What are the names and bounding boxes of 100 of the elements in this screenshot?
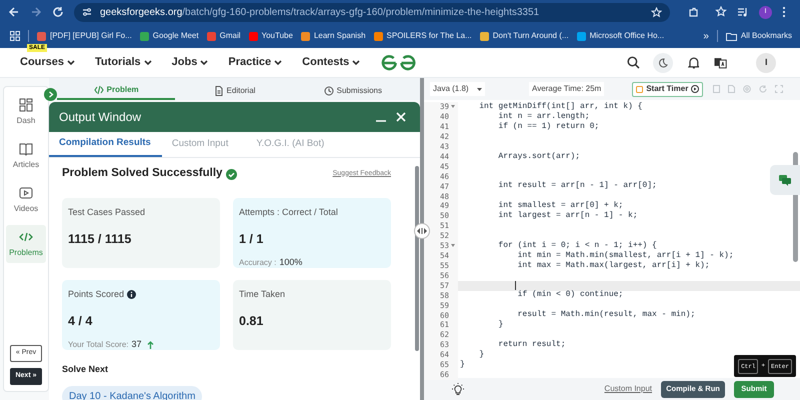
site-info-icon: [82, 7, 92, 17]
card-label: Test Cases Passed: [68, 206, 146, 219]
note-label: Accuracy :: [239, 257, 276, 269]
bookmark-link[interactable]: Gmail: [206, 30, 240, 42]
sidebar-item[interactable]: Dash: [6, 93, 46, 131]
translate-icon[interactable]: [714, 56, 728, 68]
lightbulb-icon[interactable]: [452, 383, 464, 395]
moon-icon: [658, 58, 668, 68]
theme-toggle[interactable]: [653, 52, 673, 72]
bookmark-link[interactable]: Google Meet: [140, 30, 199, 42]
problem-tab[interactable]: Problem: [57, 82, 176, 100]
code-line: if (min < 0) continue;: [516, 291, 624, 300]
videos-icon: [19, 186, 33, 200]
code-line: }: [497, 321, 504, 330]
card-value: 1 / 1: [239, 230, 264, 248]
apps-grid-icon[interactable]: [10, 31, 20, 41]
average-time: Average Time: 25m: [529, 82, 604, 96]
note-label: Your Total Score:: [68, 339, 128, 351]
fold-caret-icon[interactable]: [451, 244, 456, 248]
chevron-down-icon: [352, 60, 360, 66]
back-icon[interactable]: [8, 6, 20, 18]
geeksforgeeks-logo-icon[interactable]: [380, 54, 418, 72]
start-timer-button[interactable]: Start Timer: [632, 82, 704, 96]
code-line: int result = arr[n - 1] - arr[0];: [497, 182, 657, 190]
chevron-down-icon: [200, 60, 208, 66]
code-line: for (int i = 0; i < n - 1; i++) {: [497, 242, 657, 250]
card-value: 1115 / 1115: [68, 230, 132, 248]
code-line: Arrays.sort(arr);: [497, 152, 580, 161]
card-label: Time Taken: [239, 288, 286, 301]
problem-tab[interactable]: Submissions: [294, 82, 412, 100]
address-bar[interactable]: geeksforgeeks.org/batch/gfg-160-problems/track/arrays-gfg-160/problem/minimize-the-heights3351: [74, 2, 670, 22]
scrollbar[interactable]: [415, 166, 419, 351]
sidebar-item[interactable]: Videos: [6, 181, 46, 219]
bookmark-star-icon[interactable]: [715, 6, 727, 18]
chevron-right-icon: [48, 91, 54, 98]
bookmark-link[interactable]: YouTube: [248, 30, 293, 42]
more-menu-icon[interactable]: [782, 6, 786, 18]
note-value: 100%: [279, 256, 302, 270]
language-dropdown[interactable]: Java (1.8): [430, 82, 485, 96]
chat-button[interactable]: [770, 165, 800, 195]
code-line: }: [460, 360, 465, 369]
nav-menu[interactable]: Jobs: [172, 54, 208, 71]
close-icon[interactable]: [396, 112, 406, 122]
nav-menu[interactable]: Tutorials: [95, 54, 152, 71]
card-label: Points Scored: [68, 288, 124, 301]
forward-icon[interactable]: [30, 6, 42, 18]
status-text: Problem Solved Successfully: [62, 166, 222, 182]
star-icon[interactable]: [651, 6, 662, 18]
code-line: if (n == 1) return 0;: [497, 122, 600, 131]
reload-icon[interactable]: [52, 6, 64, 18]
bookmark-link[interactable]: Don't Turn Around (...: [480, 30, 569, 42]
articles-icon: [19, 142, 33, 156]
nav-menu[interactable]: Contests: [302, 54, 360, 71]
sidebar-item[interactable]: Problems: [6, 225, 46, 263]
chat-icon: [779, 174, 791, 186]
bookmark-link[interactable]: Microsoft Office Ho...: [576, 30, 664, 42]
resize-arrows-icon: [417, 228, 427, 234]
chevron-down-icon: [274, 60, 282, 66]
nav-menu[interactable]: Courses: [20, 54, 76, 71]
code-line: int largest = arr[n - 1] - k;: [497, 212, 638, 220]
dropdown-caret-icon: [477, 88, 482, 90]
code-line: int min = Math.min(smallest, arr[i + 1] - k);: [516, 252, 734, 260]
text-cursor: [515, 281, 516, 290]
dash-icon: [19, 98, 33, 112]
window-title: Output Window: [59, 109, 142, 126]
problem-tab[interactable]: Editorial: [175, 82, 294, 100]
check-circle-icon: [226, 168, 238, 180]
note-value: 37: [131, 338, 142, 352]
nav-menu[interactable]: Practice: [228, 54, 282, 71]
code-line: }: [478, 351, 484, 359]
url-text: geeksforgeeks.org/batch/gfg-160-problems/track/arrays-gfg-160/problem/minimize-the-heights3351: [100, 6, 540, 20]
sidebar-item[interactable]: Articles: [6, 137, 46, 175]
folder-icon: [726, 32, 737, 40]
chevron-down-icon: [144, 60, 152, 66]
search-icon[interactable]: [627, 56, 640, 69]
info-icon: [127, 290, 136, 300]
code-line: int getMinDiff(int[] arr, int k) {: [478, 102, 642, 111]
clock-icon: [324, 86, 334, 96]
media-icon[interactable]: [737, 6, 749, 18]
bell-icon[interactable]: [688, 56, 700, 69]
bookmarks-overflow[interactable]: »: [703, 28, 709, 44]
bookmark-link[interactable]: [PDF] [EPUB] Girl Fo...: [37, 30, 132, 42]
custom-input-link[interactable]: Custom Input: [604, 383, 652, 395]
play-circle-icon: [691, 85, 700, 93]
fold-caret-icon[interactable]: [451, 105, 456, 108]
code-line: return result;: [497, 341, 566, 350]
document-icon: [214, 86, 224, 96]
code-line: int max = Math.max(largest, arr[i] + k);: [516, 262, 710, 270]
user-avatar[interactable]: I: [756, 52, 776, 72]
bookmark-link[interactable]: Learn Spanish: [300, 30, 366, 42]
chevron-down-icon: [67, 60, 76, 66]
code-line: int n = arr.length;: [497, 112, 590, 121]
card-label: Attempts : Correct / Total: [239, 206, 338, 219]
bookmark-link[interactable]: SPOILERS for The La...: [374, 30, 472, 42]
section-heading: Solve Next: [62, 363, 110, 376]
output-tab[interactable]: Compilation Results: [49, 132, 162, 157]
code-line: int smallest = arr[0] + k;: [497, 202, 624, 210]
extension-icon[interactable]: [688, 6, 699, 18]
card-value: 0.81: [239, 312, 264, 330]
all-bookmarks-link[interactable]: All Bookmarks: [726, 30, 792, 42]
